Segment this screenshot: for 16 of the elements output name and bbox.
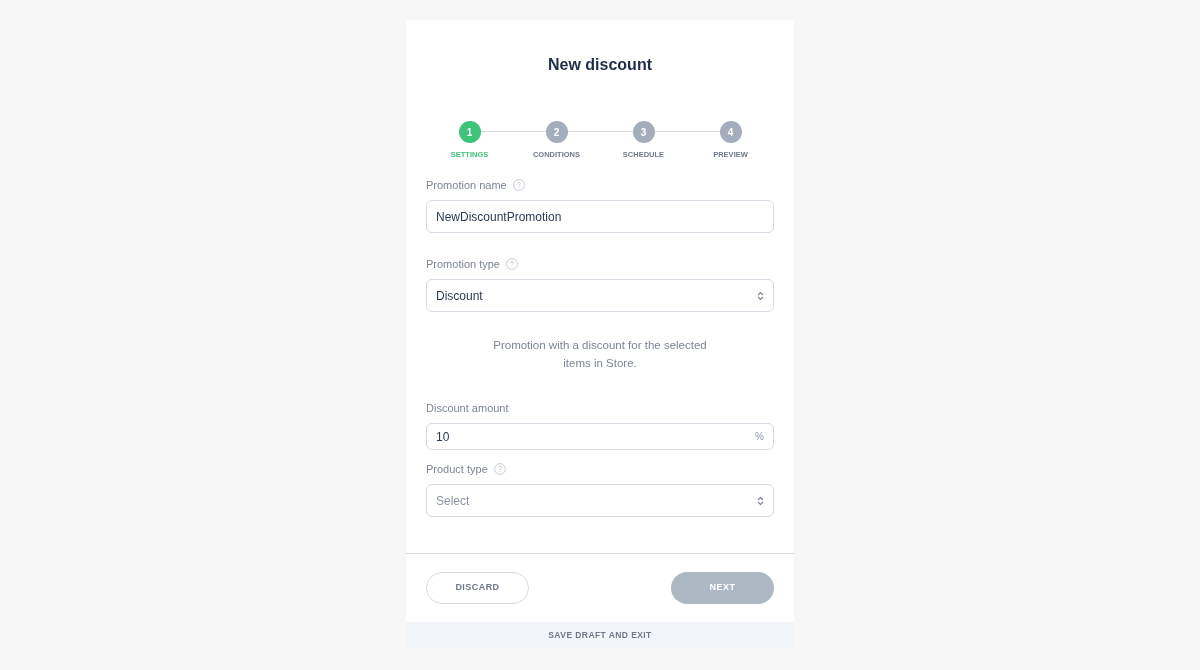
help-icon[interactable] bbox=[512, 179, 525, 192]
amount-field[interactable]: 10 % bbox=[426, 423, 774, 451]
chevron-updown-icon bbox=[757, 495, 764, 506]
help-icon[interactable] bbox=[506, 258, 518, 271]
dialog-title: New discount bbox=[547, 55, 653, 75]
save-draft-link[interactable]: SAVE DRAFT AND EXIT bbox=[406, 622, 794, 648]
field-label: Promotion name bbox=[426, 178, 507, 193]
text-field[interactable]: NewDiscountPromotion bbox=[426, 200, 774, 234]
select-field[interactable]: Discount bbox=[426, 279, 774, 313]
help-icon[interactable] bbox=[493, 463, 506, 476]
field-description: Promotion with a discount for the selected items in Store. bbox=[492, 338, 708, 372]
select-field[interactable]: Select bbox=[426, 484, 774, 518]
chevron-updown-icon bbox=[757, 290, 764, 301]
field-label: Product type bbox=[426, 462, 488, 477]
field-label: Discount amount bbox=[426, 401, 509, 416]
field-label: Promotion type bbox=[426, 257, 500, 272]
